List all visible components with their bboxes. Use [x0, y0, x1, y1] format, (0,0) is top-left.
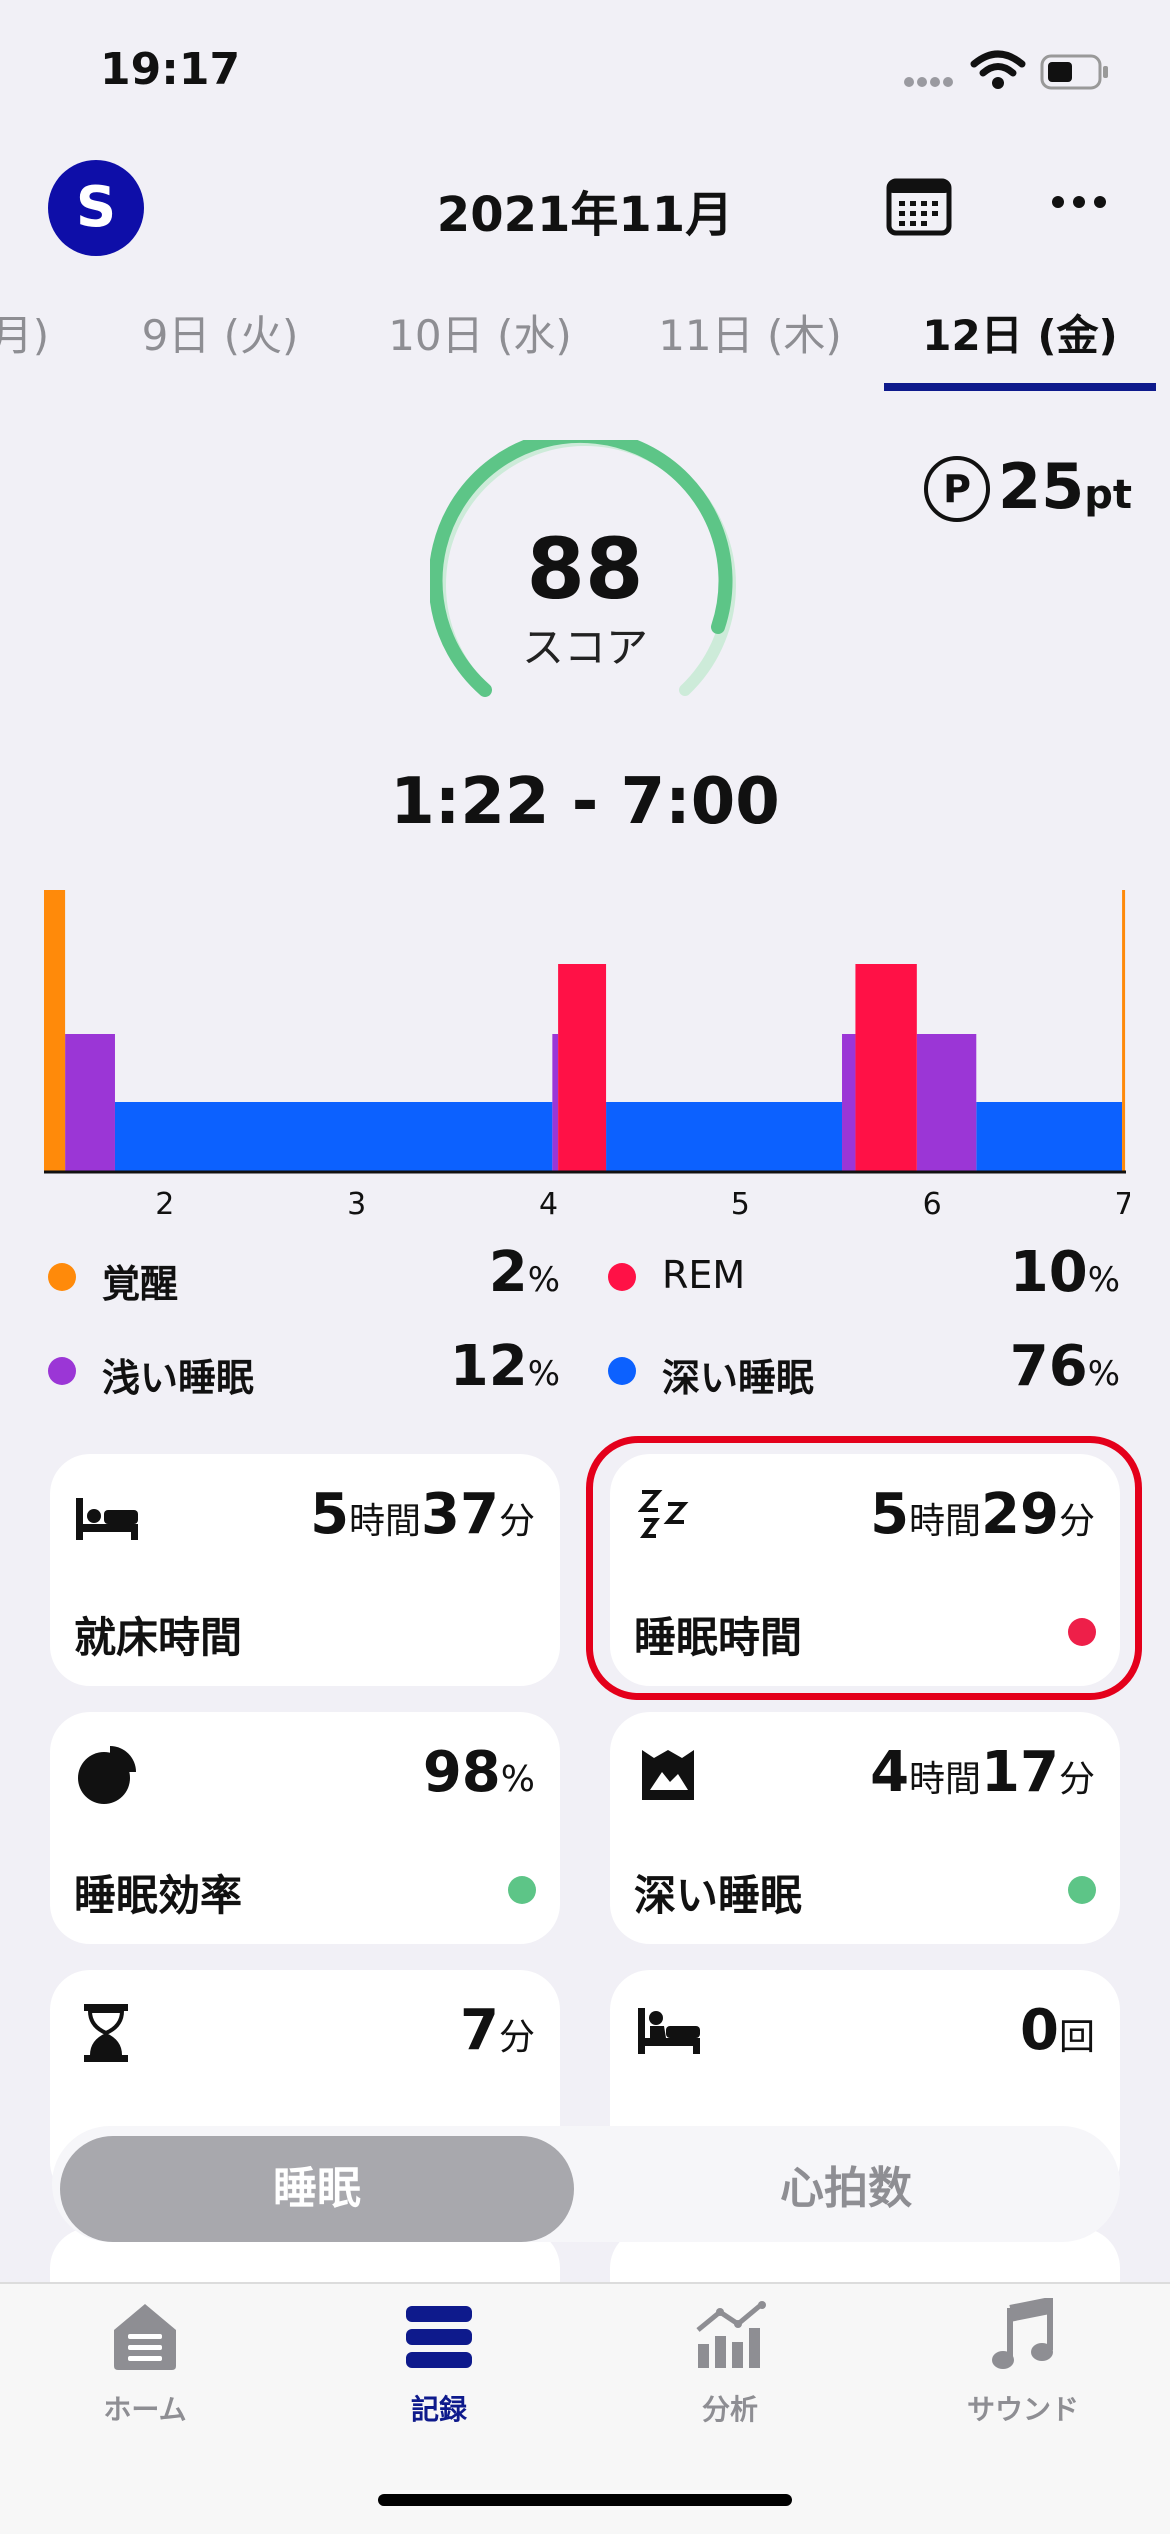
- time-in-bed-value: 5時間37分: [310, 1482, 535, 1547]
- sleep-latency-value: 7分: [460, 1998, 535, 2063]
- points-value: 25pt: [998, 450, 1133, 523]
- nav-sound[interactable]: サウンド: [923, 2388, 1123, 2428]
- tab-date-11[interactable]: 11日 (木): [650, 302, 850, 363]
- avatar[interactable]: S: [48, 160, 144, 256]
- calendar-icon[interactable]: [886, 175, 952, 237]
- more-icon[interactable]: [1052, 193, 1115, 212]
- tab-date-8[interactable]: 月): [0, 302, 50, 363]
- status-time: 19:17: [100, 44, 241, 95]
- x-tick-label: 6: [923, 1187, 942, 1220]
- legend-label-rem: REM: [662, 1253, 746, 1297]
- analytics-icon[interactable]: [694, 2300, 766, 2370]
- x-tick-label: 4: [539, 1187, 558, 1220]
- deep-sleep-status-dot: [1068, 1876, 1096, 1904]
- legend-value-light: 12%: [449, 1334, 560, 1399]
- time-in-bed-label: 就床時間: [74, 1613, 243, 1662]
- stage-segment-deep-5: [606, 1102, 843, 1172]
- wake-count-value: 0回: [1020, 1998, 1095, 2063]
- highlight-frame: [586, 1436, 1142, 1700]
- legend-dot-awake: [48, 1263, 76, 1291]
- points-icon: P: [924, 456, 990, 522]
- sleep-efficiency-status-dot: [508, 1876, 536, 1904]
- tab-date-12[interactable]: 12日 (金): [900, 302, 1140, 363]
- segment-heart-rate[interactable]: 心拍数: [586, 2136, 1106, 2242]
- list-icon[interactable]: [406, 2304, 472, 2370]
- wifi-icon: [970, 50, 1026, 89]
- sleep-efficiency-value: 98%: [422, 1740, 535, 1805]
- music-note-icon[interactable]: [992, 2298, 1054, 2372]
- sleep-efficiency-label: 睡眠効率: [74, 1871, 243, 1920]
- legend-value-deep: 76%: [1009, 1334, 1120, 1399]
- x-tick-label: 7: [1114, 1187, 1130, 1220]
- tab-date-9[interactable]: 9日 (火): [120, 302, 320, 363]
- nav-home[interactable]: ホーム: [45, 2388, 245, 2428]
- deep-sleep-value: 4時間17分: [870, 1740, 1095, 1805]
- segment-sleep[interactable]: 睡眠: [60, 2136, 574, 2242]
- x-tick-label: 5: [731, 1187, 750, 1220]
- legend-dot-deep: [608, 1357, 636, 1385]
- tab-date-10[interactable]: 10日 (水): [380, 302, 580, 363]
- bed-icon: [76, 1498, 138, 1540]
- legend-value-awake: 2%: [488, 1240, 560, 1305]
- battery-icon: [1040, 54, 1108, 90]
- sleep-score: 88: [526, 520, 644, 618]
- sleep-time-range: 1:22 - 7:00: [390, 765, 780, 839]
- legend-dot-rem: [608, 1263, 636, 1291]
- stage-segment-light-6: [842, 1034, 856, 1172]
- page-title: 2021年11月: [436, 187, 734, 243]
- stage-segment-deep-2: [114, 1102, 553, 1172]
- sleep-stage-chart: 2 3 4 5 6 7: [44, 890, 1130, 1220]
- legend-label-deep: 深い睡眠: [662, 1356, 815, 1400]
- pie-icon: [78, 1746, 136, 1804]
- bed-wake-icon: [638, 2008, 700, 2054]
- stage-segment-rem-7: [855, 964, 917, 1172]
- nav-analysis[interactable]: 分析: [630, 2388, 830, 2428]
- legend-dot-light: [48, 1357, 76, 1385]
- stage-segment-deep-9: [976, 1102, 1123, 1172]
- x-tick-label: 3: [347, 1187, 366, 1220]
- stage-segment-light-3: [552, 1034, 559, 1172]
- tab-underline: [884, 383, 1156, 391]
- home-icon[interactable]: [108, 2300, 182, 2372]
- hourglass-icon: [84, 2004, 128, 2062]
- stage-segment-awake-0: [44, 890, 66, 1172]
- legend-label-light: 浅い睡眠: [102, 1356, 255, 1400]
- stage-segment-light-8: [916, 1034, 977, 1172]
- legend-value-rem: 10%: [1009, 1240, 1120, 1305]
- mountain-flag-icon: [642, 1750, 694, 1800]
- legend-label-awake: 覚醒: [102, 1262, 179, 1306]
- deep-sleep-label: 深い睡眠: [634, 1871, 803, 1920]
- home-indicator: [378, 2494, 792, 2506]
- stage-segment-rem-4: [558, 964, 607, 1172]
- score-label: スコア: [521, 623, 648, 672]
- stage-segment-awake-10: [1122, 890, 1126, 1172]
- signal-icon: [904, 72, 956, 91]
- nav-record[interactable]: 記録: [339, 2388, 539, 2428]
- x-tick-label: 2: [155, 1187, 174, 1220]
- stage-segment-light-1: [65, 1034, 115, 1172]
